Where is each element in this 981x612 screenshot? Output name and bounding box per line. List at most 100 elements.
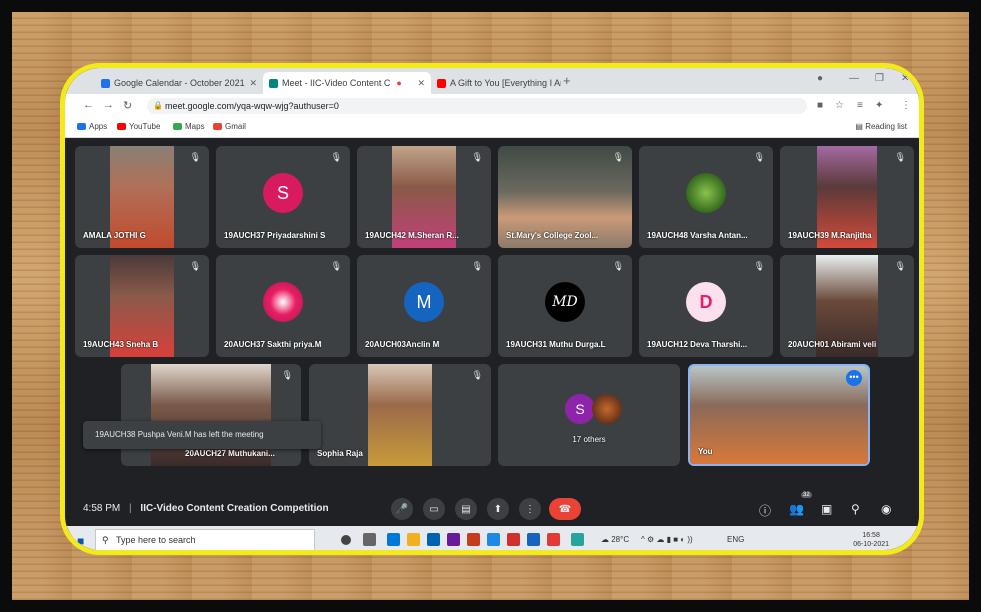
new-tab-icon[interactable]: + (563, 73, 571, 88)
participant-tile[interactable]: 🎙 19AUCH42 M.Sheran R... (357, 146, 491, 248)
chrome-icon[interactable] (487, 533, 500, 546)
captions-icon: ▤ (461, 503, 471, 515)
participant-tile[interactable]: 🎙 19AUCH43 Sneha B (75, 255, 209, 357)
participant-tile[interactable]: 🎙 AMALA JOTHI G (75, 146, 209, 248)
meeting-details-icon[interactable]: ⓘ (759, 502, 771, 519)
edge-icon[interactable] (387, 533, 400, 546)
participant-tile[interactable]: 🎙 20AUCH37 Sakthi priya.M (216, 255, 350, 357)
mic-off-icon: 🎙 (753, 261, 765, 271)
reading-list-icon: ▤ (855, 122, 866, 131)
tab-youtube[interactable]: A Gift to You [Everything I Am] - ✕ (431, 72, 561, 94)
forward-icon[interactable]: → (103, 99, 114, 111)
taskbar-clock[interactable]: 16:58 06-10-2021 (853, 531, 889, 549)
activities-icon[interactable]: ⚲ (851, 502, 860, 516)
separator: | (129, 503, 132, 514)
camera-in-use-icon[interactable]: ■ (817, 100, 823, 111)
meeting-info: 4:58 PM | IIC-Video Content Creation Com… (83, 503, 329, 514)
bookmark-youtube[interactable]: YouTube (117, 122, 160, 131)
meeting-time: 4:58 PM (83, 503, 121, 514)
word-icon[interactable] (527, 533, 540, 546)
participant-tile[interactable]: D 🎙 19AUCH12 Deva Tharshi... (639, 255, 773, 357)
mic-off-icon: 🎙 (330, 261, 342, 271)
host-controls-icon[interactable]: ◉ (881, 502, 891, 516)
extensions-icon[interactable]: ✦ (875, 100, 883, 111)
bookmark-star-icon[interactable]: ☆ (835, 100, 844, 111)
laptop-screen: Google Calendar - October 2021 ✕ Meet - … (60, 63, 924, 555)
task-view-icon[interactable] (363, 533, 376, 546)
media-control-icon[interactable]: ≡ (857, 100, 863, 111)
app-icon[interactable] (571, 533, 584, 546)
weather-icon: ☁ (601, 535, 612, 544)
bookmark-gmail[interactable]: Gmail (213, 122, 246, 131)
tab-meet[interactable]: Meet - IIC-Video Content C ● ✕ (263, 72, 431, 94)
more-options-button[interactable]: ⋮ (519, 498, 541, 520)
present-button[interactable]: ⬆ (487, 498, 509, 520)
camera-button[interactable]: ▭ (423, 498, 445, 520)
close-tab-icon[interactable]: ✕ (245, 78, 257, 89)
mic-button[interactable]: 🎤 (391, 498, 413, 520)
cortana-icon[interactable] (341, 535, 351, 545)
participant-tile[interactable]: MD 🎙 19AUCH31 Muthu Durga.L (498, 255, 632, 357)
participant-tile[interactable]: 🎙 Sophia Raja (309, 364, 491, 466)
minimize-icon[interactable]: — (849, 73, 859, 84)
present-screen-icon: ⬆ (493, 503, 503, 515)
language-indicator[interactable]: ENG (727, 535, 744, 544)
bookmark-apps[interactable]: Apps (77, 122, 107, 131)
menu-icon[interactable]: ⋮ (901, 100, 911, 111)
file-explorer-icon[interactable] (407, 533, 420, 546)
leave-call-button[interactable]: ☎ (549, 498, 581, 520)
mic-off-icon: 🎙 (894, 261, 906, 271)
meet-control-bar: 4:58 PM | IIC-Video Content Creation Com… (65, 492, 919, 526)
participant-tile[interactable]: S 🎙 19AUCH37 Priyadarshini S (216, 146, 350, 248)
self-video (690, 366, 868, 464)
chat-icon[interactable]: ▣ (821, 502, 832, 516)
avatar: D (686, 282, 726, 322)
participant-tile[interactable]: 🎙 20AUCH27 Muthukani... (121, 364, 301, 466)
powerpoint-icon[interactable] (507, 533, 520, 546)
participant-tile[interactable]: 🎙 St.Mary's College Zool... (498, 146, 632, 248)
participant-tile[interactable]: 🎙 19AUCH48 Varsha Antan... (639, 146, 773, 248)
avatar (592, 394, 622, 424)
tab-google-calendar[interactable]: Google Calendar - October 2021 ✕ (95, 72, 263, 94)
mic-off-icon: 🎙 (612, 152, 624, 162)
recording-dot-icon: ● (396, 78, 402, 88)
back-icon[interactable]: ← (83, 99, 94, 111)
clock-time: 16:58 (862, 532, 880, 539)
participant-tile[interactable]: 🎙 19AUCH39 M.Ranjitha (780, 146, 914, 248)
url-input[interactable]: 🔒 meet.google.com/yqa-wqw-wjg?authuser=0 (147, 98, 807, 114)
maximize-icon[interactable]: ❐ (875, 73, 884, 84)
avatar: M (404, 282, 444, 322)
app-icon[interactable] (447, 533, 460, 546)
others-tile[interactable]: S 17 others (498, 364, 680, 466)
windows-start-icon[interactable]: ■ (77, 534, 84, 548)
participant-tile[interactable]: M 🎙 20AUCH03Anclin M (357, 255, 491, 357)
profile-icon[interactable]: ● (817, 73, 823, 84)
avatar: S (263, 173, 303, 213)
more-options-icon[interactable]: ••• (846, 370, 862, 386)
youtube-icon (437, 78, 446, 88)
mic-off-icon: 🎙 (330, 152, 342, 162)
self-view-tile[interactable]: ••• You (688, 364, 870, 466)
app-icon[interactable] (547, 533, 560, 546)
reload-icon[interactable]: ↻ (123, 99, 132, 112)
mic-off-icon: 🎙 (471, 370, 483, 380)
tab-label: Google Calendar - October 2021 (114, 78, 245, 88)
tab-label: Meet - IIC-Video Content C (282, 78, 391, 88)
taskbar-search-input[interactable]: ⚲ Type here to search (95, 529, 315, 550)
captions-button[interactable]: ▤ (455, 498, 477, 520)
app-icon[interactable] (467, 533, 480, 546)
people-icon[interactable]: 👥 (789, 502, 804, 516)
bookmark-maps[interactable]: Maps (173, 122, 205, 131)
clock-date: 06-10-2021 (853, 541, 889, 548)
windows-taskbar: ■ ⚲ Type here to search ☁ 28°C ^ ⚙ ☁ ▮ ■… (65, 526, 919, 550)
close-tab-icon[interactable]: ✕ (413, 78, 425, 89)
reading-list[interactable]: ▤ Reading list (855, 122, 907, 131)
store-icon[interactable] (427, 533, 440, 546)
close-window-icon[interactable]: ✕ (901, 73, 909, 84)
weather-widget[interactable]: ☁ 28°C (601, 535, 629, 544)
participant-tile[interactable]: 🎙 20AUCH01 Abirami veli (780, 255, 914, 357)
system-tray-icons[interactable]: ^ ⚙ ☁ ▮ ■ ◐ )) (641, 535, 693, 544)
avatar (263, 282, 303, 322)
mic-off-icon: 🎙 (753, 152, 765, 162)
url-text: meet.google.com/yqa-wqw-wjg?authuser=0 (165, 101, 339, 111)
